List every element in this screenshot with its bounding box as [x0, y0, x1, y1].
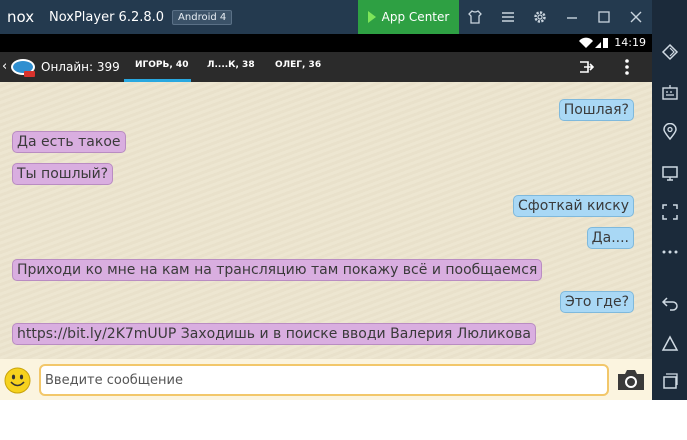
app-center-label: App Center	[381, 10, 450, 24]
chevron-left-icon[interactable]: ‹	[2, 59, 7, 74]
home-icon[interactable]	[661, 334, 679, 352]
camera-icon[interactable]	[615, 368, 647, 392]
overflow-menu-icon[interactable]	[624, 58, 630, 76]
chat-app-logo[interactable]	[10, 57, 36, 79]
nox-logo: nox	[7, 7, 43, 27]
right-sidebar	[652, 0, 687, 400]
app-center-button[interactable]: App Center	[358, 0, 459, 34]
message-bubble-outgoing: Да....	[586, 227, 634, 249]
message-bubble-incoming: Да есть такое	[12, 131, 126, 153]
back-icon[interactable]	[661, 294, 679, 312]
message-bubble-outgoing: Сфоткай киску	[512, 195, 634, 217]
maximize-icon[interactable]	[596, 9, 612, 25]
message-input[interactable]	[39, 364, 609, 396]
minimize-icon[interactable]	[564, 9, 580, 25]
message-bubble-incoming[interactable]: https://bit.ly/2K7mUUP Заходишь и в поис…	[12, 323, 536, 345]
online-count: Онлайн: 399	[41, 60, 120, 74]
location-icon[interactable]	[661, 123, 679, 141]
menu-icon[interactable]	[500, 9, 516, 25]
emoji-icon[interactable]	[4, 367, 31, 394]
keyboard-icon[interactable]	[661, 84, 679, 102]
clock-time: 14:19	[614, 36, 646, 49]
message-bubble-incoming: Приходи ко мне на кам на трансляцию там …	[12, 259, 543, 281]
app-title: NoxPlayer 6.2.8.0	[49, 9, 165, 25]
message-bubble-incoming: Ты пошлый?	[12, 163, 114, 185]
more-icon[interactable]	[661, 243, 679, 261]
title-bar: nox NoxPlayer 6.2.8.0 Android 4 App Cent…	[0, 0, 687, 34]
android-status-bar: 14:19	[0, 34, 652, 52]
tab-chat-1[interactable]: ИГОРЬ, 40	[135, 60, 188, 70]
recent-apps-icon[interactable]	[661, 372, 679, 390]
chat-messages-area[interactable]: Пошлая? Да есть такое Ты пошлый? Сфоткай…	[0, 82, 652, 359]
android-version-badge: Android 4	[172, 9, 233, 25]
signal-icon	[578, 37, 610, 52]
window-bottom-margin	[0, 400, 687, 440]
tab-chat-2[interactable]: Л....К, 38	[207, 60, 255, 70]
gear-icon[interactable]	[532, 9, 548, 25]
message-bubble-outgoing: Это где?	[559, 291, 634, 313]
fullscreen-icon[interactable]	[661, 203, 679, 221]
close-icon[interactable]	[628, 9, 644, 25]
svg-text:nox: nox	[7, 9, 34, 25]
screen-icon[interactable]	[661, 164, 679, 182]
play-icon	[367, 11, 376, 23]
tab-chat-3[interactable]: ОЛЕГ, 36	[275, 60, 321, 70]
message-bubble-outgoing: Пошлая?	[558, 99, 634, 121]
exit-chat-icon[interactable]	[578, 59, 595, 75]
shirt-icon[interactable]	[467, 9, 483, 25]
nox-window: nox NoxPlayer 6.2.8.0 Android 4 App Cent…	[0, 0, 687, 440]
rotate-icon[interactable]	[661, 43, 679, 61]
message-input-bar	[0, 359, 652, 400]
chat-header: ‹ Онлайн: 399 ИГОРЬ, 40 Л....К, 38 ОЛЕГ,…	[0, 52, 652, 82]
